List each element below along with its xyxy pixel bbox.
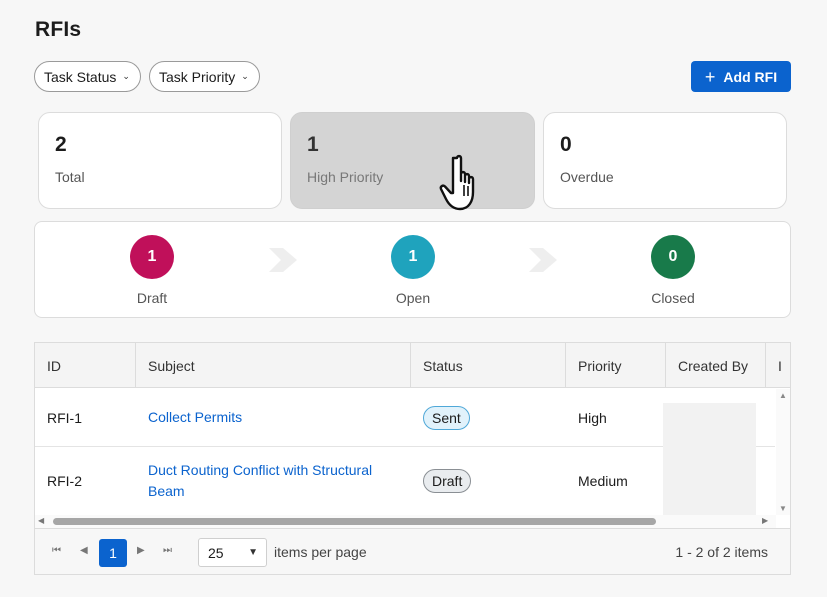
open-label: Open [395, 290, 431, 306]
column-header-subject[interactable]: Subject [136, 343, 411, 388]
rfi-status-cell: Sent [411, 389, 566, 446]
last-page-icon[interactable]: ⏭ [163, 545, 172, 556]
scroll-right-icon[interactable]: ▶ [762, 516, 768, 525]
page-size-select[interactable]: 25 ▼ [198, 538, 267, 567]
column-header-priority[interactable]: Priority [566, 343, 666, 388]
page-title: RFIs [35, 18, 82, 41]
horizontal-scroll-thumb[interactable] [53, 518, 656, 525]
scroll-up-icon[interactable]: ▲ [779, 391, 787, 400]
add-rfi-label: Add RFI [723, 68, 778, 85]
draft-count-badge: 1 [130, 235, 174, 279]
rfi-subject-link[interactable]: Duct Routing Conflict with Structural Be… [136, 447, 411, 515]
plus-icon: + [704, 66, 716, 87]
scroll-left-icon[interactable]: ◀ [38, 516, 44, 525]
closed-count-badge: 0 [651, 235, 695, 279]
column-header-status[interactable]: Status [411, 343, 566, 388]
previous-page-icon[interactable]: ◀ [80, 545, 88, 556]
status-badge: Draft [423, 469, 472, 493]
task-status-filter[interactable]: Task Status ⌄ [34, 61, 141, 92]
rfi-status-cell: Draft [411, 447, 566, 515]
total-card[interactable]: 2 Total [38, 112, 282, 209]
draft-label: Draft [136, 290, 168, 306]
chevron-right-icon [269, 248, 297, 272]
closed-label: Closed [651, 290, 695, 306]
table-header: ID Subject Status Priority Created By I [35, 343, 790, 388]
next-page-icon[interactable]: ▶ [137, 545, 145, 556]
rfi-id: RFI-1 [47, 409, 82, 426]
scroll-down-icon[interactable]: ▼ [779, 504, 787, 513]
rfi-id: RFI-2 [47, 473, 82, 489]
pager: ⏮ ◀ 1 ▶ ⏭ 25 ▼ items per page 1 - 2 of 2… [35, 528, 790, 574]
add-rfi-button[interactable]: + Add RFI [691, 61, 791, 92]
vertical-scrollbar[interactable]: ▲ ▼ [776, 389, 790, 515]
rfi-table: ID Subject Status Priority Created By I … [34, 342, 791, 575]
status-badge: Sent [423, 405, 470, 430]
created-by-avatar-placeholder [663, 403, 756, 515]
page-size-value: 25 [208, 544, 224, 561]
rfi-priority: Medium [578, 473, 628, 489]
caret-down-icon: ▼ [248, 547, 258, 558]
horizontal-scrollbar[interactable]: ◀ ▶ [35, 515, 776, 528]
workflow-step-closed[interactable]: 0 Closed [613, 235, 733, 306]
open-count-badge: 1 [391, 235, 435, 279]
hand-pointer-icon [439, 154, 475, 211]
rfi-workflow: 1 Draft 1 Open 0 Closed [34, 221, 791, 318]
items-per-page-label: items per page [274, 544, 367, 560]
overdue-card[interactable]: 0 Overdue [543, 112, 787, 209]
chevron-down-icon: ⌄ [122, 71, 130, 81]
total-count: 2 [55, 133, 67, 156]
first-page-icon[interactable]: ⏮ [52, 545, 61, 556]
total-label: Total [55, 169, 85, 185]
chevron-right-icon [529, 248, 557, 272]
page-1-button[interactable]: 1 [99, 539, 127, 567]
overdue-label: Overdue [560, 169, 614, 185]
high-priority-card[interactable]: 1 High Priority [290, 112, 535, 209]
pager-summary: 1 - 2 of 2 items [675, 544, 768, 560]
chevron-down-icon: ⌄ [241, 71, 249, 81]
task-priority-filter-label: Task Priority [159, 68, 236, 85]
task-priority-filter[interactable]: Task Priority ⌄ [149, 61, 260, 92]
rfi-subject-link[interactable]: Collect Permits [136, 389, 411, 446]
task-status-filter-label: Task Status [44, 68, 117, 85]
overdue-count: 0 [560, 133, 572, 156]
column-header-id[interactable]: ID [35, 343, 136, 388]
workflow-step-draft[interactable]: 1 Draft [92, 235, 212, 306]
column-header-created-by[interactable]: Created By [666, 343, 766, 388]
rfi-priority: High [578, 409, 607, 426]
workflow-step-open[interactable]: 1 Open [353, 235, 473, 306]
column-header-truncated[interactable]: I [766, 343, 790, 388]
